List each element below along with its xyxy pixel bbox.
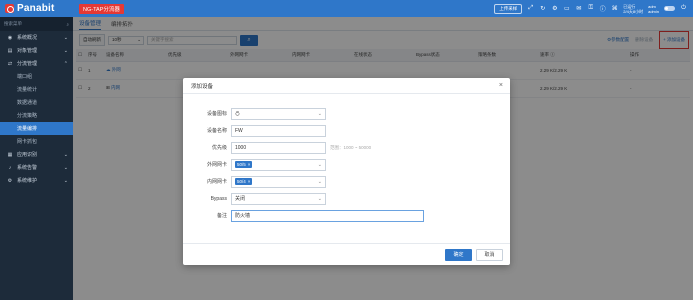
note-label: 备注 xyxy=(216,213,227,219)
bypass-select[interactable]: 关闭 ⌄ xyxy=(231,192,326,205)
chevron-down-icon: ⌄ xyxy=(317,195,322,202)
remove-tag-icon[interactable]: × xyxy=(248,179,251,184)
dialog-title: 添加设备 xyxy=(191,83,214,90)
menu-search[interactable]: 搜索菜单 ⌕ xyxy=(0,17,73,31)
sidebar-item-app[interactable]: ▦ 应用识别 ⌄ xyxy=(0,148,73,161)
inner-nic-select[interactable]: 50/4 × ⌄ xyxy=(231,175,326,188)
sidebar-item-label: 对象管理 xyxy=(17,48,38,54)
app-icon: ▦ xyxy=(7,151,13,158)
chevron-down-icon: ⌄ xyxy=(63,47,68,54)
sidebar-item-alarm[interactable]: ♪ 系统告警 ⌄ xyxy=(0,161,73,174)
sidebar-item-objects[interactable]: ▤ 对象管理 ⌄ xyxy=(0,44,73,57)
outer-nic-value: 50/5 xyxy=(237,162,246,167)
product-badge: NG-TAP分流器 xyxy=(79,3,124,14)
sidebar-sub-traffic-orchestration[interactable]: 流量编排 xyxy=(0,122,73,135)
chevron-down-icon: ⌄ xyxy=(317,110,322,117)
sidebar-item-label: 系统维护 xyxy=(17,178,38,184)
info-icon[interactable]: ⓘ xyxy=(599,5,606,13)
user-info[interactable]: adm admin xyxy=(648,4,659,14)
outer-nic-label: 外网网卡 xyxy=(206,162,227,168)
logo-icon xyxy=(5,4,14,13)
priority-input[interactable]: 1000 xyxy=(231,141,326,154)
confirm-button[interactable]: 确定 xyxy=(445,248,472,261)
sidebar-item-overview[interactable]: ◉ 系统概况 ⌄ xyxy=(0,31,73,44)
expand-icon[interactable]: ⤢ xyxy=(527,5,534,12)
chevron-up-icon: ⌃ xyxy=(63,60,68,67)
dashboard-icon: ◉ xyxy=(7,34,13,41)
field-priority: 优先级 1000 范围：1000 ~ 50000 xyxy=(183,139,510,156)
close-icon[interactable]: × xyxy=(499,82,503,89)
inner-nic-value: 50/4 xyxy=(237,179,246,184)
priority-hint: 范围：1000 ~ 50000 xyxy=(330,144,372,150)
device-name-input[interactable]: FW xyxy=(231,124,326,137)
language-icon[interactable]: ⌘ xyxy=(611,5,618,12)
chevron-down-icon: ⌄ xyxy=(63,151,68,158)
bell-icon: ♪ xyxy=(8,164,12,171)
logo-text: Panabit xyxy=(17,3,55,14)
sidebar-item-maintenance[interactable]: ⚙ 系统维护 ⌄ xyxy=(0,174,73,187)
lock-icon[interactable]: ⚿ xyxy=(587,5,594,12)
sidebar-item-label: 系统概况 xyxy=(17,35,38,41)
sidebar-sub-data-channel[interactable]: 数据通道 xyxy=(0,96,73,109)
icon-label: 设备图标 xyxy=(206,111,227,117)
sidebar-sub-packet-capture[interactable]: 网卡抓包 xyxy=(0,135,73,148)
field-inner-nic: 内网网卡 50/4 × ⌄ xyxy=(183,173,510,190)
outer-nic-select[interactable]: 50/5 × ⌄ xyxy=(231,158,326,171)
settings-icon[interactable]: ⚙ xyxy=(551,5,558,12)
message-icon[interactable]: ✉ xyxy=(575,5,582,12)
top-bar: Panabit NG-TAP分流器 上传采样 ⤢ ↻ ⚙ ▭ ✉ ⚿ ⓘ ⌘ 已… xyxy=(0,0,693,17)
field-icon: 设备图标 ⛣ ⌄ xyxy=(183,105,510,122)
menu-search-placeholder: 搜索菜单 xyxy=(4,21,22,26)
note-input[interactable]: 防火墙 xyxy=(231,209,424,222)
tool-icon: ⚙ xyxy=(7,177,13,184)
refresh-icon[interactable]: ↻ xyxy=(539,5,546,12)
theme-toggle[interactable] xyxy=(664,6,675,11)
bypass-value: 关闭 xyxy=(235,196,246,202)
object-icon: ▤ xyxy=(7,47,13,54)
add-device-dialog: 添加设备 × 设备图标 ⛣ ⌄ 设备名称 FW 优先级 1000 范围：1000 … xyxy=(183,78,510,265)
dialog-header: 添加设备 × xyxy=(183,78,510,94)
bypass-label: Bypass xyxy=(210,195,227,202)
chevron-down-icon: ⌄ xyxy=(63,177,68,184)
inner-nic-tag: 50/4 × xyxy=(235,178,253,185)
field-bypass: Bypass 关闭 ⌄ xyxy=(183,190,510,207)
icon-select[interactable]: ⛣ ⌄ xyxy=(231,107,326,120)
device-form: 设备图标 ⛣ ⌄ 设备名称 FW 优先级 1000 范围：1000 ~ 50000… xyxy=(183,105,510,224)
upload-button[interactable]: 上传采样 xyxy=(494,3,523,14)
search-icon[interactable]: ⌕ xyxy=(66,22,69,27)
sidebar-item-split[interactable]: ⇄ 分流管理 ⌃ xyxy=(0,57,73,70)
field-name: 设备名称 FW xyxy=(183,122,510,139)
chevron-down-icon: ⌄ xyxy=(63,164,68,171)
sidebar: 搜索菜单 ⌕ ◉ 系统概况 ⌄ ▤ 对象管理 ⌄ ⇄ 分流管理 ⌃ 端口组 流量统计 数据通… xyxy=(0,17,73,300)
monitor-icon[interactable]: ▭ xyxy=(563,5,570,12)
user-role: admin xyxy=(648,8,659,14)
inner-nic-label: 内网网卡 xyxy=(206,179,227,185)
field-note: 备注 防火墙 xyxy=(183,207,510,224)
logo: Panabit xyxy=(0,0,73,17)
dialog-footer: 确定 取消 xyxy=(183,243,510,265)
remove-tag-icon[interactable]: × xyxy=(248,162,251,167)
field-outer-nic: 外网网卡 50/5 × ⌄ xyxy=(183,156,510,173)
outer-nic-tag: 50/5 × xyxy=(235,161,253,168)
name-label: 设备名称 xyxy=(206,128,227,134)
chevron-down-icon: ⌄ xyxy=(317,161,322,168)
logout-icon[interactable]: ⏻ xyxy=(680,5,687,12)
sidebar-sub-port-group[interactable]: 端口组 xyxy=(0,70,73,83)
device-icon: ⛣ xyxy=(235,111,241,117)
cancel-button[interactable]: 取消 xyxy=(476,248,503,261)
run-status: 已运行 2/4天8小时 xyxy=(623,4,643,14)
sidebar-sub-split-policy[interactable]: 分流策略 xyxy=(0,109,73,122)
split-icon: ⇄ xyxy=(7,60,13,67)
priority-label: 优先级 xyxy=(211,145,227,151)
sidebar-item-label: 应用识别 xyxy=(17,152,38,158)
chevron-down-icon: ⌄ xyxy=(317,178,322,185)
sidebar-item-label: 分流管理 xyxy=(17,61,38,67)
run-time: 2/4天8小时 xyxy=(623,8,644,14)
sidebar-sub-traffic-stats[interactable]: 流量统计 xyxy=(0,83,73,96)
sidebar-item-label: 系统告警 xyxy=(17,165,38,171)
chevron-down-icon: ⌄ xyxy=(63,34,68,41)
